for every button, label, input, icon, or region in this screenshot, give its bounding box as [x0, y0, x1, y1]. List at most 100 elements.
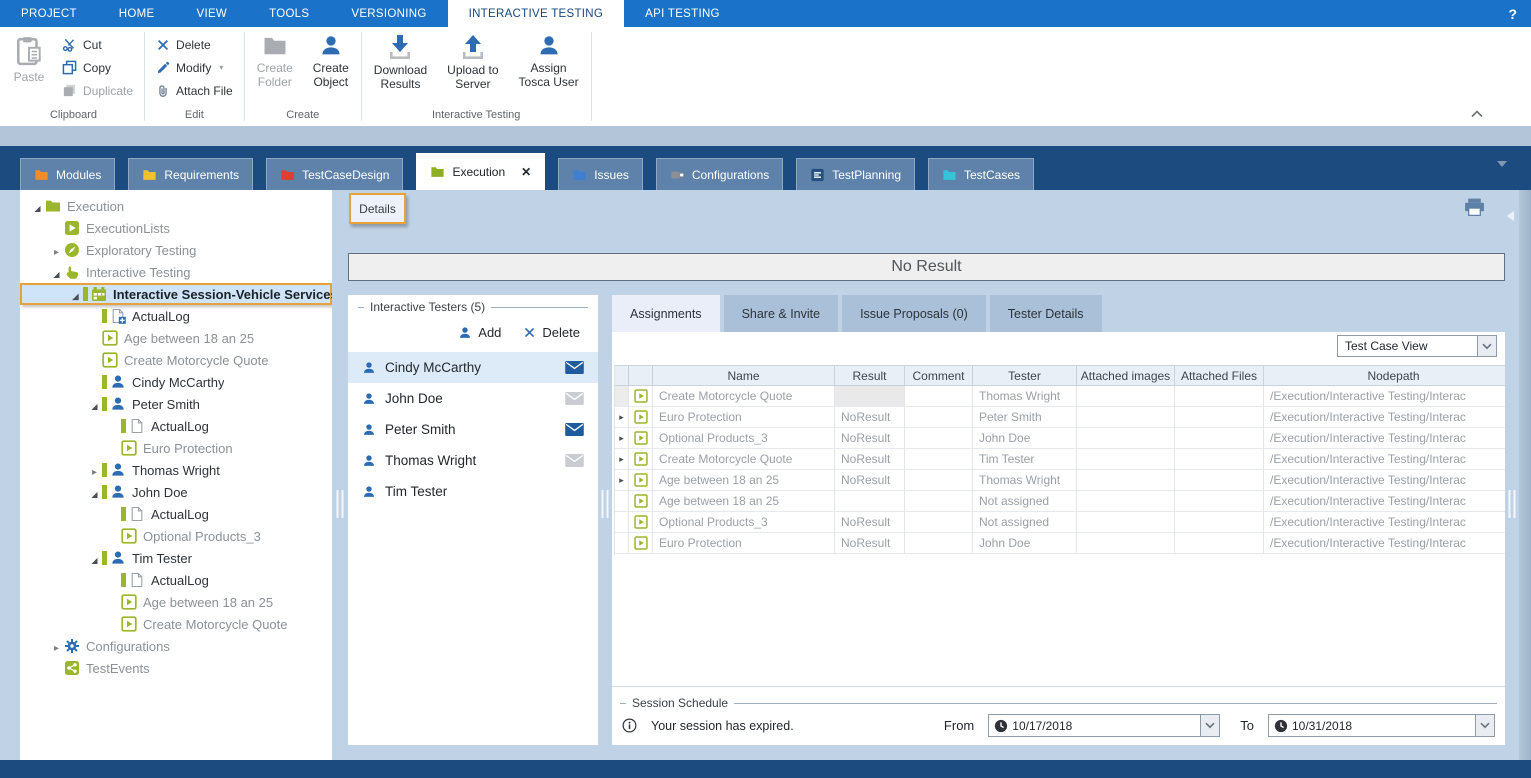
- testers-splitter[interactable]: [598, 190, 612, 760]
- workspace-tab[interactable]: Configurations: [656, 158, 783, 190]
- table-row[interactable]: ▸ Age between 18 an 25 NoResult Thomas W…: [615, 470, 1505, 491]
- cell-nodepath[interactable]: /Execution/Interactive Testing/Interac: [1264, 512, 1505, 533]
- tester-row[interactable]: Tim Tester: [348, 476, 598, 507]
- cell-attached-files[interactable]: [1175, 407, 1264, 428]
- workspace-tab[interactable]: Issues: [558, 158, 643, 190]
- detail-tab[interactable]: Tester Details: [990, 295, 1102, 332]
- cell-comment[interactable]: [905, 491, 973, 512]
- cell-result[interactable]: NoResult: [835, 407, 905, 428]
- tree-item[interactable]: Execution: [20, 195, 332, 217]
- envelope-icon[interactable]: [565, 454, 584, 467]
- tree-item[interactable]: Configurations: [20, 635, 332, 657]
- cell-nodepath[interactable]: /Execution/Interactive Testing/Interac: [1264, 491, 1505, 512]
- envelope-icon[interactable]: [565, 423, 584, 436]
- tree-item[interactable]: Exploratory Testing: [20, 239, 332, 261]
- menu-item[interactable]: VERSIONING: [330, 0, 447, 27]
- workspace-tab[interactable]: TestCases: [928, 158, 1034, 190]
- tree-expander-icon[interactable]: [49, 265, 64, 280]
- table-row[interactable]: Create Motorcycle Quote Thomas Wright /E…: [615, 386, 1505, 407]
- cell-tester[interactable]: Thomas Wright: [973, 470, 1077, 491]
- menu-item[interactable]: PROJECT: [0, 0, 98, 27]
- cell-name[interactable]: Age between 18 an 25: [653, 470, 835, 491]
- tree-expander-icon[interactable]: [49, 243, 64, 258]
- tree-item[interactable]: ActualLog: [20, 569, 332, 591]
- cell-result[interactable]: NoResult: [835, 470, 905, 491]
- workspace-tab[interactable]: TestPlanning: [796, 158, 915, 190]
- row-gutter[interactable]: ▸: [615, 407, 629, 428]
- row-expand-icon[interactable]: ▸: [619, 454, 624, 465]
- column-header-tester[interactable]: Tester: [973, 366, 1077, 385]
- row-expand-icon[interactable]: ▸: [619, 412, 624, 423]
- row-gutter[interactable]: ▸: [615, 428, 629, 449]
- to-date-picker[interactable]: 10/31/2018: [1268, 714, 1495, 737]
- menu-item[interactable]: VIEW: [175, 0, 248, 27]
- workspace-tab[interactable]: Requirements: [128, 158, 253, 190]
- cell-attached-images[interactable]: [1077, 512, 1175, 533]
- cell-name[interactable]: Euro Protection: [653, 407, 835, 428]
- cell-nodepath[interactable]: /Execution/Interactive Testing/Interac: [1264, 449, 1505, 470]
- cell-result[interactable]: NoResult: [835, 533, 905, 554]
- cell-name[interactable]: Optional Products_3: [653, 512, 835, 533]
- detail-tab[interactable]: Assignments: [612, 295, 720, 332]
- cell-result[interactable]: NoResult: [835, 512, 905, 533]
- cell-comment[interactable]: [905, 449, 973, 470]
- tree-expander-icon[interactable]: [87, 463, 102, 478]
- cell-attached-files[interactable]: [1175, 470, 1264, 491]
- cell-comment[interactable]: [905, 428, 973, 449]
- row-expand-icon[interactable]: ▸: [619, 475, 624, 486]
- chevron-down-icon[interactable]: [1475, 715, 1494, 736]
- create-object-button[interactable]: CreateObject: [306, 32, 356, 89]
- cell-attached-images[interactable]: [1077, 470, 1175, 491]
- workspace-tab[interactable]: Modules: [20, 158, 115, 190]
- cell-tester[interactable]: John Doe: [973, 428, 1077, 449]
- cell-comment[interactable]: [905, 386, 973, 407]
- help-icon[interactable]: ?: [1508, 0, 1517, 27]
- row-gutter[interactable]: [615, 386, 629, 407]
- tree-expander-icon[interactable]: [30, 199, 45, 214]
- row-gutter[interactable]: ▸: [615, 449, 629, 470]
- splitter-handle-icon[interactable]: [602, 490, 609, 518]
- cell-name[interactable]: Optional Products_3: [653, 428, 835, 449]
- cell-attached-images[interactable]: [1077, 533, 1175, 554]
- table-row[interactable]: ▸ Create Motorcycle Quote NoResult Tim T…: [615, 449, 1505, 470]
- splitter-handle-icon[interactable]: [337, 490, 344, 518]
- cell-comment[interactable]: [905, 470, 973, 491]
- cell-name[interactable]: Create Motorcycle Quote: [653, 386, 835, 407]
- tree-expander-icon[interactable]: [49, 639, 64, 654]
- tree-item[interactable]: Thomas Wright: [20, 459, 332, 481]
- column-header-comment[interactable]: Comment: [905, 366, 973, 385]
- cell-tester[interactable]: Not assigned: [973, 491, 1077, 512]
- tester-row[interactable]: John Doe: [348, 383, 598, 414]
- details-button[interactable]: Details: [349, 193, 406, 224]
- modify-dropdown-arrow[interactable]: ▾: [219, 63, 223, 72]
- table-row[interactable]: Age between 18 an 25 Not assigned /Execu…: [615, 491, 1505, 512]
- cell-attached-files[interactable]: [1175, 386, 1264, 407]
- chevron-down-icon[interactable]: [1477, 336, 1496, 356]
- cut-button[interactable]: Cut: [56, 34, 139, 55]
- table-row[interactable]: ▸ Euro Protection NoResult Peter Smith /…: [615, 407, 1505, 428]
- tree-splitter[interactable]: [332, 190, 348, 760]
- cell-tester[interactable]: John Doe: [973, 533, 1077, 554]
- cell-comment[interactable]: [905, 512, 973, 533]
- column-header-nodepath[interactable]: Nodepath: [1264, 366, 1505, 385]
- collapsed-side-panel[interactable]: [1519, 190, 1531, 760]
- cell-comment[interactable]: [905, 407, 973, 428]
- tree-item[interactable]: ExecutionLists: [20, 217, 332, 239]
- tree-item[interactable]: TestEvents: [20, 657, 332, 679]
- ribbon-collapse-icon[interactable]: [1471, 110, 1483, 118]
- menu-item[interactable]: TOOLS: [248, 0, 330, 27]
- duplicate-button[interactable]: Duplicate: [56, 80, 139, 101]
- upload-to-server-button[interactable]: Upload toServer: [440, 32, 505, 91]
- tab-overflow-dropdown-icon[interactable]: [1497, 161, 1507, 167]
- cell-nodepath[interactable]: /Execution/Interactive Testing/Interac: [1264, 386, 1505, 407]
- cell-result[interactable]: [835, 491, 905, 512]
- table-row[interactable]: ▸ Optional Products_3 NoResult John Doe …: [615, 428, 1505, 449]
- detail-tab[interactable]: Issue Proposals (0): [842, 295, 986, 332]
- tree-item[interactable]: ActualLog: [20, 305, 332, 327]
- copy-button[interactable]: Copy: [56, 57, 139, 78]
- workspace-tab[interactable]: TestCaseDesign: [266, 158, 403, 190]
- modify-button[interactable]: Modify▾: [150, 57, 239, 78]
- splitter-handle-icon[interactable]: [1509, 490, 1516, 518]
- row-gutter[interactable]: [615, 491, 629, 512]
- table-row[interactable]: Euro Protection NoResult John Doe /Execu…: [615, 533, 1505, 554]
